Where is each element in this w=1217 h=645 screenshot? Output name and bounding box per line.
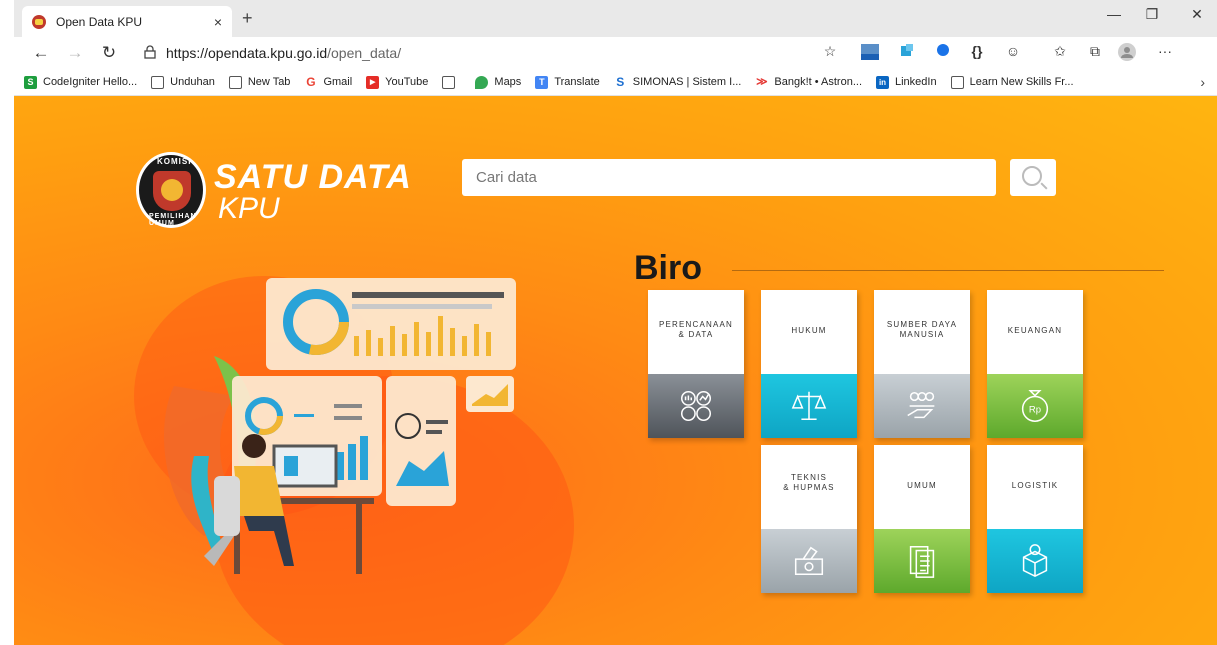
- emblem-top-text: KOMISI: [157, 157, 192, 166]
- card-perencanaan-data[interactable]: PERENCANAAN & DATA: [648, 290, 744, 438]
- close-window-button[interactable]: ✕: [1174, 6, 1217, 23]
- kpu-favicon-icon: [32, 14, 46, 29]
- refresh-icon[interactable]: ↻: [92, 43, 126, 63]
- people-hand-icon: [874, 374, 970, 438]
- extension-face-icon[interactable]: ☺: [1002, 43, 1024, 63]
- bookmark-label: Translate: [554, 76, 600, 88]
- url-host: https://opendata.kpu.go.id: [166, 45, 328, 61]
- bookmark-bangkit[interactable]: ≫ Bangk!t • Astron...: [755, 76, 862, 89]
- tab-close-icon[interactable]: ×: [214, 14, 222, 30]
- favorites-list-icon[interactable]: ✩: [1049, 43, 1071, 63]
- back-arrow-icon[interactable]: ←: [24, 43, 58, 63]
- tab-title: Open Data KPU: [56, 14, 143, 29]
- card-hukum[interactable]: HUKUM: [761, 290, 857, 438]
- bookmark-label: YouTube: [385, 76, 429, 88]
- scales-icon: [761, 374, 857, 438]
- data-analytics-icon: [648, 374, 744, 438]
- open-data-page: KOMISI PEMILIHAN UMUM SATU DATA KPU Cari…: [14, 96, 1217, 645]
- translate-icon: T: [535, 75, 549, 89]
- search-icon-handle: [1040, 182, 1048, 190]
- navigation-bar: ← → ↻ https://opendata.kpu.go.id/open_da…: [14, 37, 1217, 69]
- linkedin-icon: in: [876, 75, 889, 89]
- bookmark-translate[interactable]: T Translate: [535, 75, 600, 89]
- bookmark-new-tab[interactable]: New Tab: [228, 75, 291, 89]
- search-input[interactable]: Cari data: [462, 159, 996, 196]
- card-label: TEKNIS & HUPMAS: [783, 473, 835, 492]
- bookmark-gmail[interactable]: G Gmail: [304, 74, 353, 89]
- bookmark-maps[interactable]: Maps: [475, 75, 522, 89]
- card-label: LOGISTIK: [1011, 481, 1059, 490]
- lock-icon: [144, 44, 156, 62]
- url-path: /open_data/: [327, 45, 402, 61]
- new-tab-button[interactable]: +: [242, 8, 253, 29]
- more-menu-icon[interactable]: ···: [1154, 43, 1176, 63]
- address-bar[interactable]: https://opendata.kpu.go.id/open_data/: [144, 40, 844, 66]
- browser-window: Open Data KPU × + — ❐ ✕ ← → ↻ https://op…: [14, 0, 1217, 645]
- svg-text:Rp: Rp: [1029, 405, 1041, 416]
- bookmark-label: Bangk!t • Astron...: [774, 76, 862, 88]
- page-icon: [442, 75, 456, 89]
- bookmark-label: SIMONAS | Sistem I...: [632, 76, 742, 88]
- bookmark-label: Unduhan: [170, 76, 215, 88]
- simonas-icon: S: [616, 74, 625, 89]
- bookmark-label: New Tab: [247, 76, 291, 88]
- forward-arrow-icon[interactable]: →: [58, 43, 92, 63]
- card-keuangan[interactable]: KEUANGAN Rp: [987, 290, 1083, 438]
- news-extension-icon[interactable]: [859, 43, 881, 63]
- documents-icon: [874, 529, 970, 593]
- money-bag-icon: Rp: [987, 374, 1083, 438]
- card-label: PERENCANAAN & DATA: [658, 320, 734, 339]
- card-teknis-hupmas[interactable]: TEKNIS & HUPMAS: [761, 445, 857, 593]
- bookmark-untitled[interactable]: [442, 75, 461, 89]
- emblem-bottom-text: PEMILIHAN UMUM: [149, 213, 197, 227]
- data-analytics-illustration: [144, 276, 544, 576]
- json-extension-icon[interactable]: {}: [966, 43, 988, 63]
- bookmarks-more-chevron-icon[interactable]: ›: [1200, 74, 1205, 90]
- bookmark-label: LinkedIn: [895, 76, 937, 88]
- favorite-star-icon[interactable]: ☆: [819, 43, 841, 63]
- card-label: SUMBER DAYA MANUSIA: [886, 320, 958, 339]
- search-icon: [1022, 166, 1042, 186]
- bookmark-label: Learn New Skills Fr...: [969, 76, 1074, 88]
- map-pin-icon: [475, 75, 489, 89]
- tab-strip: Open Data KPU × + — ❐ ✕: [14, 0, 1217, 37]
- s-logo-icon: S: [24, 75, 37, 89]
- card-label: KEUANGAN: [1007, 326, 1063, 335]
- bookmark-label: CodeIgniter Hello...: [43, 76, 138, 88]
- bookmark-label: Gmail: [323, 76, 353, 88]
- card-label: HUKUM: [791, 326, 827, 335]
- bookmark-youtube[interactable]: ▶ YouTube: [366, 75, 429, 89]
- brand-subtitle: KPU: [218, 192, 280, 225]
- profile-avatar-icon[interactable]: [1116, 43, 1138, 63]
- bookmark-simonas[interactable]: S SIMONAS | Sistem I...: [614, 74, 742, 89]
- card-umum[interactable]: UMUM: [874, 445, 970, 593]
- bookmark-learn[interactable]: Learn New Skills Fr...: [950, 75, 1074, 89]
- collections-icon[interactable]: ⧉: [1084, 43, 1106, 63]
- ballot-box-icon: [761, 529, 857, 593]
- bookmarks-bar: S CodeIgniter Hello... Unduhan New Tab GG…: [14, 69, 1217, 96]
- bookmark-codeigniter[interactable]: S CodeIgniter Hello...: [24, 75, 138, 89]
- bookmark-unduhan[interactable]: Unduhan: [151, 75, 215, 89]
- kpu-emblem-logo[interactable]: KOMISI PEMILIHAN UMUM: [136, 152, 206, 228]
- package-icon: [987, 529, 1083, 593]
- bangkit-icon: ≫: [756, 75, 768, 88]
- tab-open-data-kpu[interactable]: Open Data KPU ×: [22, 6, 232, 37]
- page-icon: [950, 75, 964, 89]
- garuda-icon: [161, 179, 183, 201]
- youtube-icon: ▶: [366, 75, 380, 89]
- extension-circle-icon[interactable]: [932, 43, 954, 63]
- maximize-button[interactable]: ❐: [1129, 6, 1175, 23]
- page-icon: [151, 75, 165, 89]
- bookmark-linkedin[interactable]: in LinkedIn: [876, 75, 937, 89]
- section-divider: [732, 270, 1164, 271]
- section-title: Biro: [634, 249, 702, 287]
- bookmark-label: Maps: [494, 76, 522, 88]
- extension-icon[interactable]: [896, 43, 918, 63]
- page-icon: [228, 75, 242, 89]
- card-label: UMUM: [907, 481, 937, 490]
- search-button[interactable]: [1010, 159, 1056, 196]
- card-sumber-daya-manusia[interactable]: SUMBER DAYA MANUSIA: [874, 290, 970, 438]
- google-g-icon: G: [306, 74, 316, 89]
- card-logistik[interactable]: LOGISTIK: [987, 445, 1083, 593]
